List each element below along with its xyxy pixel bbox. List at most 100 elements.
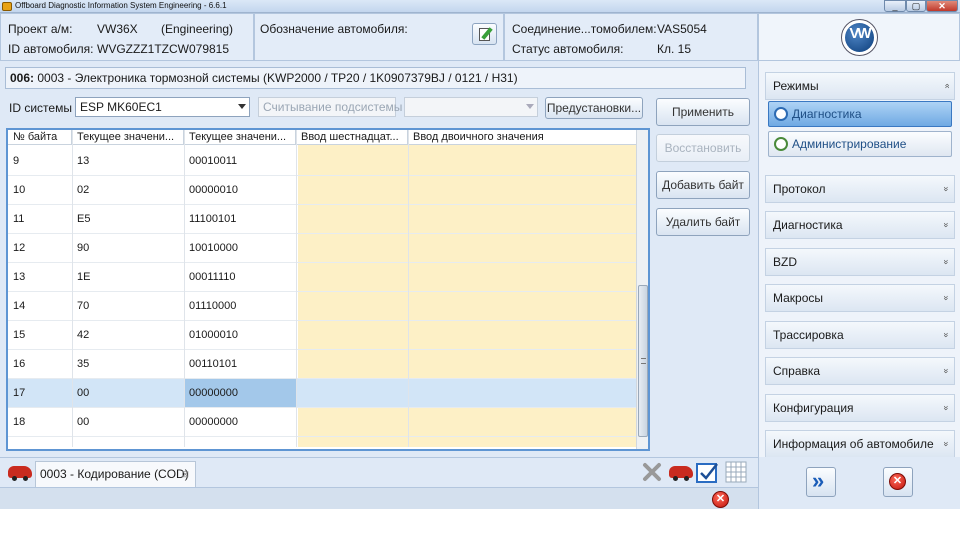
table-row[interactable]: 14 70 01110000 bbox=[8, 292, 636, 321]
tools-icon[interactable] bbox=[642, 462, 662, 482]
sidebar-section-label: BZD bbox=[773, 255, 797, 269]
table-row[interactable]: 9 13 00010011 bbox=[8, 147, 636, 176]
system-id-select[interactable]: ESP MK60EC1 bbox=[75, 97, 250, 117]
chevron-down-icon: » bbox=[941, 259, 952, 265]
project-panel: Проект а/м: VW36X (Engineering) ID автом… bbox=[0, 13, 254, 61]
table-cell: 00 bbox=[77, 416, 90, 428]
input-cell[interactable] bbox=[296, 292, 408, 321]
input-cell[interactable] bbox=[408, 408, 636, 437]
vehicle-status-label: Статус автомобиля: bbox=[512, 42, 624, 56]
column-header[interactable]: Текущее значени... bbox=[72, 130, 184, 145]
column-header[interactable]: Ввод шестнадцат... bbox=[296, 130, 408, 145]
input-cell[interactable] bbox=[408, 147, 636, 176]
stop-button[interactable]: ✕ bbox=[883, 467, 913, 497]
input-cell[interactable] bbox=[408, 263, 636, 292]
input-cell[interactable] bbox=[296, 205, 408, 234]
coding-table[interactable]: № байта Текущее значени... Текущее значе… bbox=[6, 128, 650, 451]
add-byte-button[interactable]: Добавить байт bbox=[656, 171, 750, 199]
sidebar-section[interactable]: Конфигурация » bbox=[765, 394, 955, 422]
app-window: Проект а/м: VW36X (Engineering) ID автом… bbox=[0, 13, 960, 509]
input-cell[interactable] bbox=[296, 234, 408, 263]
input-cell[interactable] bbox=[296, 263, 408, 292]
input-cell[interactable] bbox=[408, 379, 636, 408]
vertical-scrollbar[interactable] bbox=[636, 130, 648, 449]
input-cell[interactable] bbox=[296, 350, 408, 379]
sidebar-section[interactable]: BZD » bbox=[765, 248, 955, 276]
stethoscope-icon bbox=[774, 107, 788, 121]
designation-label: Обозначение автомобиля: bbox=[260, 22, 408, 36]
close-tab-icon[interactable]: ⊠ bbox=[181, 462, 189, 486]
checklist-icon[interactable] bbox=[696, 461, 718, 483]
edit-designation-icon[interactable] bbox=[472, 23, 497, 45]
sidebar-section[interactable]: Трассировка » bbox=[765, 321, 955, 349]
mode-diagnostics[interactable]: Диагностика bbox=[768, 101, 952, 127]
input-cell[interactable] bbox=[296, 176, 408, 205]
column-header[interactable]: Ввод двоичного значения bbox=[408, 130, 636, 145]
close-window-button[interactable]: ✕ bbox=[926, 0, 958, 12]
project-mode: (Engineering) bbox=[161, 22, 234, 36]
apply-button[interactable]: Применить bbox=[656, 98, 750, 126]
table-row[interactable]: 15 42 01000010 bbox=[8, 321, 636, 350]
input-cell[interactable] bbox=[296, 147, 408, 176]
table-cell: 14 bbox=[13, 300, 26, 312]
logo-panel: VW bbox=[758, 13, 960, 61]
scroll-thumb[interactable] bbox=[638, 285, 648, 437]
table-row[interactable]: 18 00 00000000 bbox=[8, 408, 636, 437]
input-cell[interactable] bbox=[408, 292, 636, 321]
sidebar-section[interactable]: Макросы » bbox=[765, 284, 955, 312]
delete-byte-button[interactable]: Удалить байт bbox=[656, 208, 750, 236]
vehicle-icon[interactable] bbox=[669, 466, 693, 481]
table-row[interactable]: 16 35 00110101 bbox=[8, 350, 636, 379]
table-view-icon[interactable] bbox=[725, 461, 747, 483]
chevron-down-icon bbox=[526, 104, 534, 109]
table-header: № байта Текущее значени... Текущее значе… bbox=[8, 130, 636, 145]
table-row[interactable]: 13 1E 00011110 bbox=[8, 263, 636, 292]
column-header[interactable]: Текущее значени... bbox=[184, 130, 296, 145]
table-cell: 11 bbox=[13, 213, 25, 225]
forward-button[interactable]: » bbox=[806, 467, 836, 497]
input-cell[interactable] bbox=[296, 408, 408, 437]
sidebar-section[interactable]: Диагностика » bbox=[765, 211, 955, 239]
mode-administration[interactable]: Администрирование bbox=[768, 131, 952, 157]
table-cell: 17 bbox=[13, 387, 26, 399]
sidebar-section-label: Конфигурация bbox=[773, 401, 854, 415]
subsystem-select[interactable] bbox=[404, 97, 538, 117]
table-row[interactable]: 11 E5 11100101 bbox=[8, 205, 636, 234]
error-icon[interactable]: ✕ bbox=[712, 491, 729, 508]
input-cell[interactable] bbox=[296, 321, 408, 350]
maximize-button[interactable]: ▢ bbox=[906, 0, 926, 12]
project-label: Проект а/м: bbox=[8, 22, 73, 36]
chevron-down-icon: » bbox=[941, 368, 952, 374]
input-cell[interactable] bbox=[408, 321, 636, 350]
table-row[interactable]: 10 02 00000010 bbox=[8, 176, 636, 205]
modes-header[interactable]: Режимы» bbox=[765, 72, 955, 100]
restore-button[interactable]: Восстановить bbox=[656, 134, 750, 162]
table-cell: 13 bbox=[13, 271, 26, 283]
table-cell: 13 bbox=[77, 155, 90, 167]
input-cell[interactable] bbox=[408, 176, 636, 205]
input-cell[interactable] bbox=[296, 379, 408, 408]
table-cell: 11100101 bbox=[189, 213, 237, 225]
sidebar-section-label: Трассировка bbox=[773, 328, 844, 342]
tab-coding[interactable]: 0003 - Кодирование (COD) ⊠ bbox=[35, 461, 196, 487]
input-cell[interactable] bbox=[408, 234, 636, 263]
table-cell: 00000000 bbox=[184, 379, 296, 408]
project-value: VW36X bbox=[97, 22, 138, 36]
chevron-down-icon: » bbox=[941, 332, 952, 338]
table-row[interactable]: 17 00 00000000 bbox=[8, 379, 636, 408]
car-icon bbox=[8, 466, 32, 481]
minimize-button[interactable]: _ bbox=[884, 0, 906, 12]
sidebar-section[interactable]: Информация об автомобиле » bbox=[765, 430, 955, 458]
input-cell[interactable] bbox=[408, 205, 636, 234]
sidebar-section[interactable]: Справка » bbox=[765, 357, 955, 385]
chevron-down-icon: » bbox=[941, 186, 952, 192]
presets-button[interactable]: Предустановки... bbox=[545, 97, 643, 119]
column-header[interactable]: № байта bbox=[8, 130, 72, 145]
sidebar-section-label: Макросы bbox=[773, 291, 824, 305]
chevron-up-icon: » bbox=[941, 83, 952, 89]
input-cell[interactable] bbox=[408, 350, 636, 379]
subsystem-read-field[interactable]: Считывание подсистемы bbox=[258, 97, 402, 117]
table-row[interactable]: 12 90 10010000 bbox=[8, 234, 636, 263]
table-cell: 02 bbox=[77, 184, 90, 196]
sidebar-section[interactable]: Протокол » bbox=[765, 175, 955, 203]
